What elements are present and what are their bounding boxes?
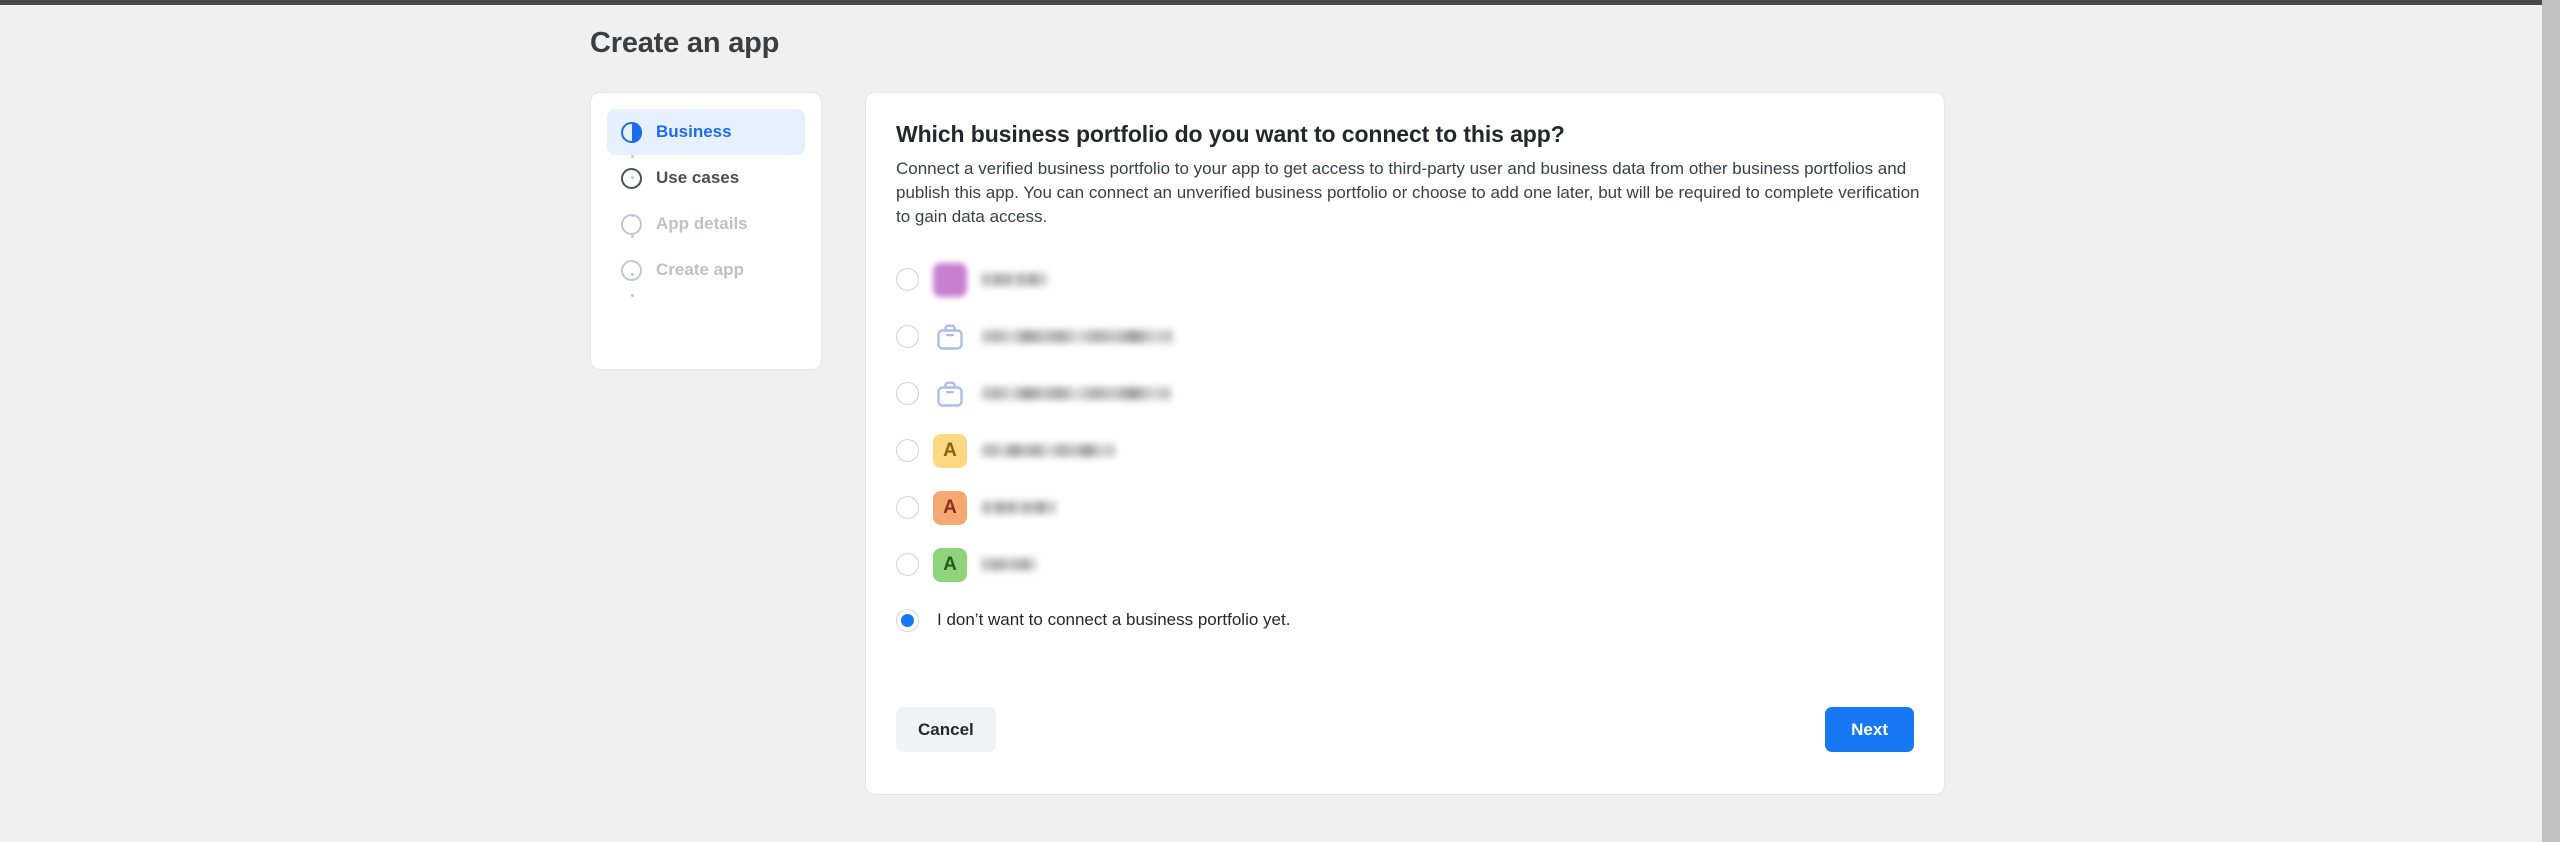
business-portfolio-card: Which business portfolio do you want to … <box>865 92 1945 795</box>
portfolio-name-redacted <box>981 501 1056 515</box>
stepper-list: Business Use cases App details Create ap… <box>607 109 805 297</box>
sidebar-item-use-cases[interactable]: Use cases <box>607 155 805 201</box>
portfolio-radio-list: AAA <box>896 251 1914 593</box>
portfolio-row[interactable] <box>896 365 1914 422</box>
stepper-card: Business Use cases App details Create ap… <box>590 92 822 370</box>
half-filled-circle-icon <box>621 121 642 143</box>
letter-avatar-icon: A <box>933 547 967 582</box>
portfolio-avatar-icon <box>933 262 967 297</box>
portfolio-name-redacted <box>981 273 1047 287</box>
radio-portfolio-3[interactable] <box>896 382 919 406</box>
page-scrollbar[interactable] <box>2542 0 2560 842</box>
briefcase-icon <box>933 320 967 354</box>
sidebar-item-label-app-details: App details <box>656 214 748 233</box>
radio-portfolio-4[interactable] <box>896 439 919 463</box>
radio-no-connect[interactable] <box>896 608 919 632</box>
empty-circle-icon <box>621 213 642 235</box>
page-title: Create an app <box>590 27 780 59</box>
sidebar-item-app-details[interactable]: App details <box>607 201 805 247</box>
sidebar-item-label-create-app: Create app <box>656 260 744 279</box>
next-button[interactable]: Next <box>1825 706 1914 752</box>
card-footer: Cancel Next <box>896 701 1914 757</box>
portfolio-name-redacted <box>981 558 1036 572</box>
letter-avatar-icon: A <box>933 490 967 525</box>
page-root: Create an app Business Use cases App det… <box>0 5 2542 842</box>
portfolio-row[interactable]: A <box>896 479 1914 536</box>
portfolio-name-redacted <box>981 330 1173 344</box>
radio-portfolio-6[interactable] <box>896 553 919 577</box>
portfolio-row[interactable]: A <box>896 536 1914 593</box>
portfolio-row[interactable] <box>896 251 1914 308</box>
portfolio-row[interactable] <box>896 308 1914 365</box>
card-heading: Which business portfolio do you want to … <box>896 121 1565 147</box>
sidebar-item-create-app[interactable]: Create app <box>607 247 805 293</box>
no-connect-option-label: I don’t want to connect a business portf… <box>937 610 1291 630</box>
card-description: Connect a verified business portfolio to… <box>896 159 1920 227</box>
radio-portfolio-2[interactable] <box>896 325 919 349</box>
portfolio-name-redacted <box>981 444 1115 458</box>
sidebar-item-label-use-cases: Use cases <box>656 168 740 187</box>
radio-portfolio-5[interactable] <box>896 496 919 520</box>
briefcase-icon <box>933 377 967 411</box>
letter-avatar-icon: A <box>933 433 967 468</box>
portfolio-name-redacted <box>981 387 1171 401</box>
empty-circle-icon <box>621 259 642 281</box>
scrollbar-thumb[interactable] <box>2542 0 2560 842</box>
sidebar-item-label-business: Business <box>656 122 732 141</box>
radio-portfolio-1[interactable] <box>896 268 919 292</box>
sidebar-item-business[interactable]: Business <box>607 109 805 155</box>
empty-circle-icon <box>621 167 642 189</box>
no-connect-option-row[interactable]: I don’t want to connect a business portf… <box>896 595 1914 645</box>
cancel-button[interactable]: Cancel <box>896 706 996 752</box>
portfolio-row[interactable]: A <box>896 422 1914 479</box>
